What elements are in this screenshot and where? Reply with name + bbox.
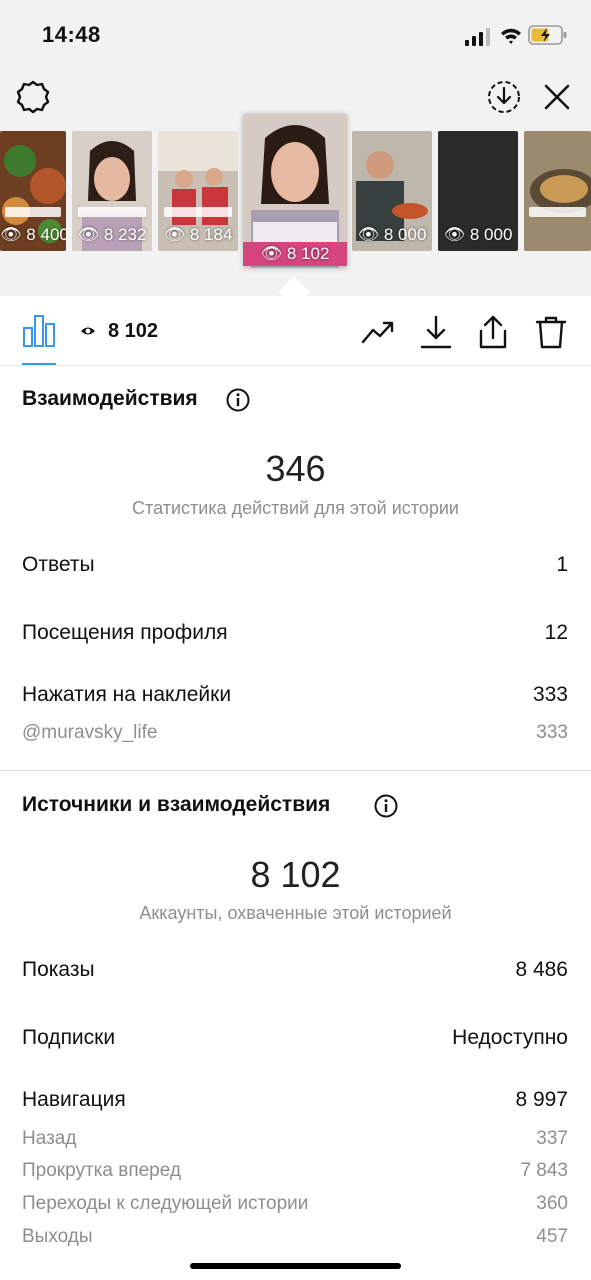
sticker-taps-value: 333 xyxy=(532,683,568,706)
save-story-icon[interactable] xyxy=(486,79,522,115)
exits-label: Выходы xyxy=(22,1226,93,1247)
follows-value: Недоступно xyxy=(452,1026,568,1049)
section-divider xyxy=(0,770,591,771)
battery-icon xyxy=(528,25,567,45)
story-views: 👁︎ 8 000 xyxy=(357,225,427,244)
story-views: 👁︎ 8 400 xyxy=(0,225,66,244)
story-thumbnail[interactable]: 👁︎ 8 232 xyxy=(72,131,152,251)
discovery-info-icon[interactable] xyxy=(374,794,398,818)
story-views: 👁︎ 8 184 xyxy=(163,225,233,244)
story-sticker xyxy=(164,207,232,217)
status-bar: 14:48 xyxy=(0,0,591,70)
interactions-subtitle: Статистика действий для этой истории xyxy=(132,498,459,518)
sticker-mention-value: 333 xyxy=(536,722,568,743)
replies-label: Ответы xyxy=(22,553,95,576)
story-thumbnail[interactable]: 👁︎ 8 000 xyxy=(438,131,518,251)
story-thumbnail[interactable]: 👁︎ 8 184 xyxy=(158,131,238,251)
exits-value: 457 xyxy=(536,1226,568,1247)
story-sticker xyxy=(5,207,61,217)
back-label: Назад xyxy=(22,1128,77,1149)
story-sticker xyxy=(78,207,146,217)
discovery-title: Источники и взаимодействия xyxy=(22,793,331,816)
story-views: 👁︎ 8 000 xyxy=(443,225,513,244)
interactions-total: 346 xyxy=(265,448,326,489)
close-icon[interactable] xyxy=(542,82,572,112)
story-thumbnail-selected[interactable]: 👁︎ 8 102 xyxy=(243,114,347,268)
active-tab-indicator xyxy=(22,363,56,365)
story-thumbnail[interactable]: 👁︎ 8 400 xyxy=(0,131,66,251)
settings-gear-icon[interactable] xyxy=(14,78,52,116)
impressions-label: Показы xyxy=(22,958,95,981)
download-icon[interactable] xyxy=(418,314,454,350)
profile-visits-value: 12 xyxy=(544,621,568,644)
replies-value: 1 xyxy=(556,553,568,576)
impressions-value: 8 486 xyxy=(515,958,568,981)
sticker-taps-label: Нажатия на наклейки xyxy=(22,683,232,706)
insights-bar-chart-icon[interactable] xyxy=(22,314,56,348)
interactions-title: Взаимодействия xyxy=(22,387,198,410)
sticker-mention-label[interactable]: @muravsky_life xyxy=(22,722,157,744)
reach-subtitle: Аккаунты, охваченные этой историей xyxy=(139,903,452,923)
back-value: 337 xyxy=(536,1128,568,1149)
signal-icon xyxy=(465,28,490,46)
next-story-label: Переходы к следующей истории xyxy=(22,1193,309,1214)
navigation-value: 8 997 xyxy=(515,1088,568,1111)
profile-visits-label: Посещения профиля xyxy=(22,621,228,644)
follows-label: Подписки xyxy=(22,1026,116,1049)
wifi-icon xyxy=(501,28,521,44)
home-indicator[interactable] xyxy=(190,1263,401,1269)
navigation-label: Навигация xyxy=(22,1088,126,1111)
next-story-value: 360 xyxy=(536,1193,568,1214)
story-views: 👁︎ 8 232 xyxy=(77,225,147,244)
delete-trash-icon[interactable] xyxy=(533,314,569,350)
interactions-info-icon[interactable] xyxy=(226,388,250,412)
viewers-count[interactable]: 8 102 xyxy=(108,320,158,343)
story-thumbnail[interactable]: 👁︎ 8 000 xyxy=(352,131,432,251)
eye-icon xyxy=(81,327,95,335)
promote-trend-icon[interactable] xyxy=(360,314,396,350)
story-views: 👁︎ 8 102 xyxy=(243,242,347,266)
status-time: 14:48 xyxy=(42,22,101,47)
reach-total: 8 102 xyxy=(250,854,341,895)
story-thumbnail[interactable] xyxy=(524,131,591,251)
pan-thumbnail-image xyxy=(524,131,591,251)
forward-label: Прокрутка вперед xyxy=(22,1160,181,1181)
story-sticker xyxy=(529,207,586,217)
forward-value: 7 843 xyxy=(520,1160,568,1181)
share-icon[interactable] xyxy=(475,314,511,350)
